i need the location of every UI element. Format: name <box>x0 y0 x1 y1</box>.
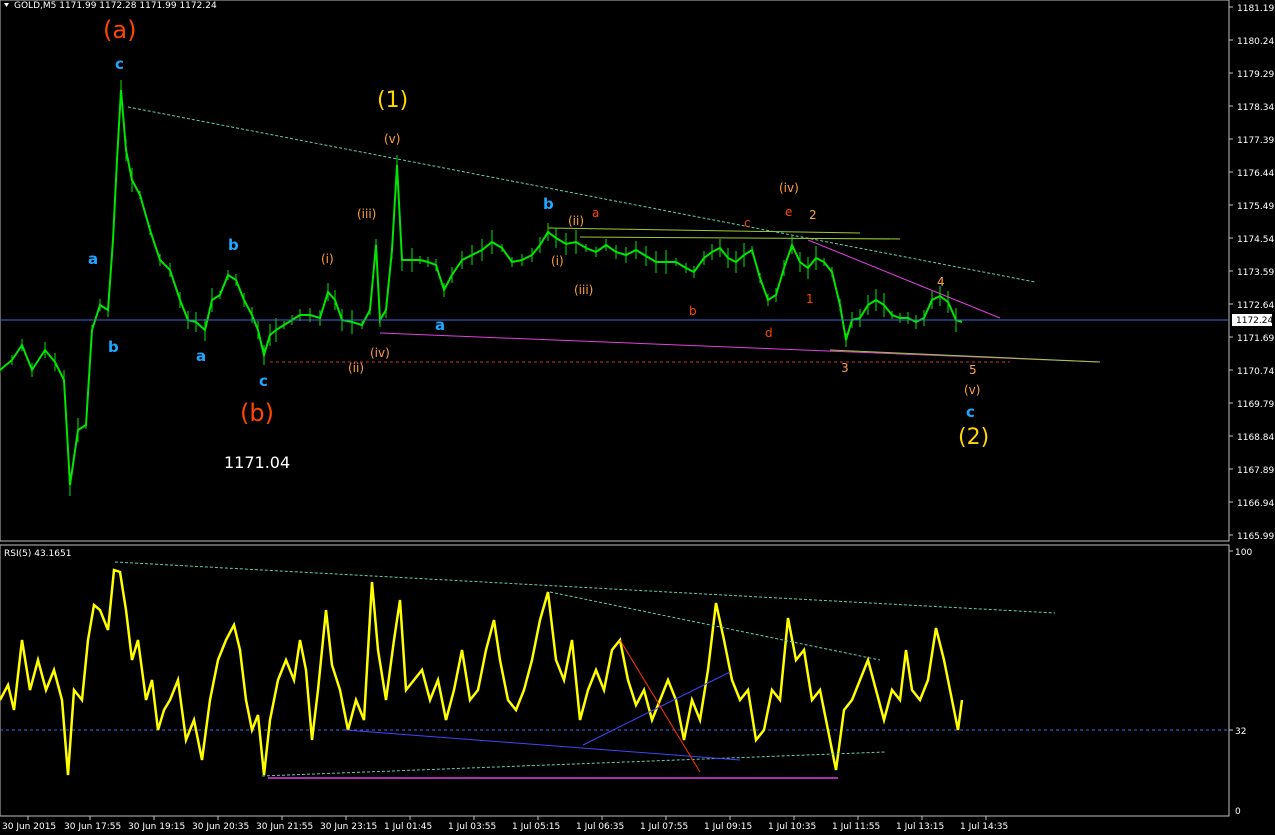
wave-label: (i) <box>321 252 334 266</box>
time-axis-label: 1 Jul 07:55 <box>640 822 688 831</box>
time-axis-label: 1 Jul 01:45 <box>384 822 432 831</box>
price-axis-label: 1167.89 <box>1237 466 1274 476</box>
time-axis-label: 30 Jun 20:35 <box>192 822 249 831</box>
wave-label: (2) <box>958 425 989 450</box>
wave-label: 5 <box>969 363 977 377</box>
wave-label: (iii) <box>357 207 376 221</box>
wave-label: 3 <box>841 361 849 375</box>
wave-label: (iv) <box>779 181 799 195</box>
wave-label: b <box>228 236 239 254</box>
wave-label: a <box>435 316 445 334</box>
time-axis-label: 1 Jul 13:15 <box>896 822 944 831</box>
time-axis-label: 30 Jun 23:15 <box>320 822 377 831</box>
wave-label: 4 <box>937 275 945 289</box>
wave-label: c <box>259 372 268 390</box>
price-axis-label: 1171.69 <box>1237 334 1274 344</box>
price-axis-label: 1181.19 <box>1237 4 1274 14</box>
time-axis-label: 30 Jun 19:15 <box>128 822 185 831</box>
time-axis-label: 1 Jul 11:55 <box>832 822 880 831</box>
wave-label: (v) <box>964 383 980 397</box>
wave-label: 2 <box>809 208 817 222</box>
rsi-axis-mid: 32 <box>1235 727 1246 737</box>
wave-label: (1) <box>377 88 408 113</box>
wave-label: (iv) <box>370 346 390 360</box>
wave-label: a <box>592 206 599 220</box>
price-axis-label: 1169.79 <box>1237 400 1274 410</box>
wave-label: a <box>196 347 206 365</box>
wave-label: 1171.04 <box>224 453 290 472</box>
wave-label: c <box>966 403 975 421</box>
time-axis-label: 1 Jul 14:35 <box>960 822 1008 831</box>
wave-label: (ii) <box>568 214 584 228</box>
current-price-label: 1172.24 <box>1236 316 1273 326</box>
rsi-panel[interactable] <box>0 544 1230 817</box>
time-axis: 30 Jun 2015 30 Jun 17:55 30 Jun 19:15 30 Ju… <box>2 816 1008 832</box>
wave-label: (v) <box>384 132 400 146</box>
wave-label: a <box>88 250 98 268</box>
wave-label: (b) <box>240 399 274 427</box>
time-axis-label: 30 Jun 17:55 <box>64 822 121 831</box>
wave-label: c <box>115 55 124 73</box>
time-axis-label: 1 Jul 03:55 <box>448 822 496 831</box>
symbol-header: GOLD,M5 1171.99 1172.28 1171.99 1172.24 <box>14 1 217 11</box>
wave-label: b <box>543 195 554 213</box>
wave-label: 1 <box>806 292 814 306</box>
time-axis-label: 30 Jun 21:55 <box>256 822 313 831</box>
wave-label: (a) <box>103 16 136 44</box>
price-axis: 1181.19 1180.24 1179.29 1178.34 1177.39 1176.… <box>1229 4 1274 542</box>
price-axis-label: 1170.74 <box>1237 367 1274 377</box>
time-axis-label: 1 Jul 05:15 <box>512 822 560 831</box>
price-axis-label: 1173.59 <box>1237 268 1274 278</box>
price-axis-label: 1172.64 <box>1237 301 1274 311</box>
wave-label: (iii) <box>574 283 593 297</box>
price-axis-label: 1178.34 <box>1237 103 1274 113</box>
price-panel[interactable] <box>0 0 1230 542</box>
time-axis-label: 1 Jul 09:15 <box>704 822 752 831</box>
price-axis-label: 1180.24 <box>1237 37 1274 47</box>
wave-label: (i) <box>551 254 564 268</box>
rsi-axis-bottom: 0 <box>1235 807 1241 817</box>
wave-label: d <box>765 326 773 340</box>
price-axis-label: 1176.44 <box>1237 169 1274 179</box>
time-axis-label: 1 Jul 10:35 <box>768 822 816 831</box>
price-axis-label: 1165.99 <box>1237 532 1274 542</box>
wave-label: (ii) <box>348 361 364 375</box>
rsi-header: RSI(5) 43.1651 <box>4 549 71 559</box>
wave-label: c <box>744 216 751 230</box>
price-axis-label: 1168.84 <box>1237 433 1274 443</box>
wave-label: e <box>785 205 792 219</box>
price-axis-label: 1175.49 <box>1237 202 1274 212</box>
wave-label: b <box>689 304 697 318</box>
time-axis-label: 1 Jul 06:35 <box>576 822 624 831</box>
rsi-axis-top: 100 <box>1235 548 1252 558</box>
time-axis-label: 30 Jun 2015 <box>2 822 56 831</box>
price-axis-label: 1174.54 <box>1237 235 1274 245</box>
price-axis-label: 1177.39 <box>1237 136 1274 146</box>
chart-window: GOLD,M5 1171.99 1172.28 1171.99 1172.24 … <box>0 0 1275 832</box>
price-axis-label: 1166.94 <box>1237 499 1274 509</box>
price-axis-label: 1179.29 <box>1237 70 1274 80</box>
wave-label: b <box>108 338 119 356</box>
chart-svg[interactable]: GOLD,M5 1171.99 1172.28 1171.99 1172.24 … <box>0 0 1275 832</box>
